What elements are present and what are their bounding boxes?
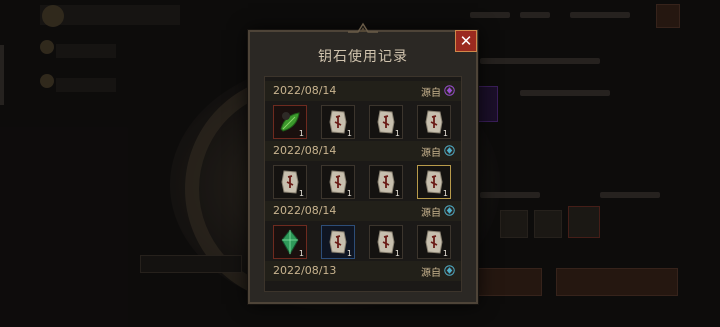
record-header: 2022/08/14 源自 bbox=[265, 81, 461, 101]
item-slot[interactable]: 1 bbox=[273, 165, 307, 199]
item-slot[interactable]: 1 bbox=[417, 225, 451, 259]
item-slot[interactable]: 1 bbox=[273, 105, 307, 139]
record-source-label: 源自 bbox=[421, 208, 441, 219]
cyan-gem-icon[interactable] bbox=[444, 265, 455, 276]
item-count: 1 bbox=[346, 249, 352, 258]
item-slot[interactable]: 1 bbox=[321, 165, 355, 199]
item-slot[interactable]: 1 bbox=[369, 105, 403, 139]
record-header: 2022/08/14 源自 bbox=[265, 201, 461, 221]
item-count: 1 bbox=[298, 249, 304, 258]
cyan-gem-icon[interactable] bbox=[444, 205, 455, 216]
item-count: 1 bbox=[442, 249, 448, 258]
item-count: 1 bbox=[442, 189, 448, 198]
record-entry: 2022/08/14 源自 1 1 1 1 bbox=[265, 81, 461, 141]
record-source-label: 源自 bbox=[421, 268, 441, 279]
record-source-label: 源自 bbox=[421, 148, 441, 159]
record-header: 2022/08/14 源自 bbox=[265, 141, 461, 161]
record-date: 2022/08/14 bbox=[273, 84, 337, 97]
record-entry: 2022/08/14 源自 1 1 1 1 bbox=[265, 201, 461, 261]
record-source-label: 源自 bbox=[421, 88, 441, 99]
item-count: 1 bbox=[394, 189, 400, 198]
close-button[interactable]: ✕ bbox=[455, 30, 477, 52]
dialog-title: 钥石使用记录 bbox=[318, 49, 408, 65]
item-slot[interactable]: 1 bbox=[273, 225, 307, 259]
record-date: 2022/08/14 bbox=[273, 144, 337, 157]
item-count: 1 bbox=[394, 129, 400, 138]
item-count: 1 bbox=[346, 189, 352, 198]
item-slot[interactable]: 1 bbox=[369, 225, 403, 259]
title-ornament-icon bbox=[348, 22, 378, 33]
item-slot[interactable]: 1 bbox=[321, 225, 355, 259]
record-entry: 2022/08/13 源自 bbox=[265, 261, 461, 291]
record-date: 2022/08/14 bbox=[273, 204, 337, 217]
item-slot[interactable]: 1 bbox=[321, 105, 355, 139]
item-slot[interactable]: 1 bbox=[417, 105, 451, 139]
record-entry: 2022/08/14 源自 1 1 1 1 bbox=[265, 141, 461, 201]
record-list[interactable]: 2022/08/14 源自 1 1 1 1 2022/08/14 源自 1 1 1 1 2022/08/… bbox=[264, 76, 462, 292]
record-date: 2022/08/13 bbox=[273, 264, 337, 277]
item-slot[interactable]: 1 bbox=[369, 165, 403, 199]
keystone-history-dialog: 钥石使用记录 ✕ 2022/08/14 源自 1 1 1 1 2022/08/14 源自 1 1 1… bbox=[248, 22, 478, 304]
record-header: 2022/08/13 源自 bbox=[265, 261, 461, 281]
cyan-gem-icon[interactable] bbox=[444, 145, 455, 156]
item-count: 1 bbox=[298, 189, 304, 198]
item-count: 1 bbox=[346, 129, 352, 138]
item-count: 1 bbox=[394, 249, 400, 258]
purple-gem-icon[interactable] bbox=[444, 85, 455, 96]
item-count: 1 bbox=[442, 129, 448, 138]
item-slot[interactable]: 1 bbox=[417, 165, 451, 199]
item-count: 1 bbox=[298, 129, 304, 138]
